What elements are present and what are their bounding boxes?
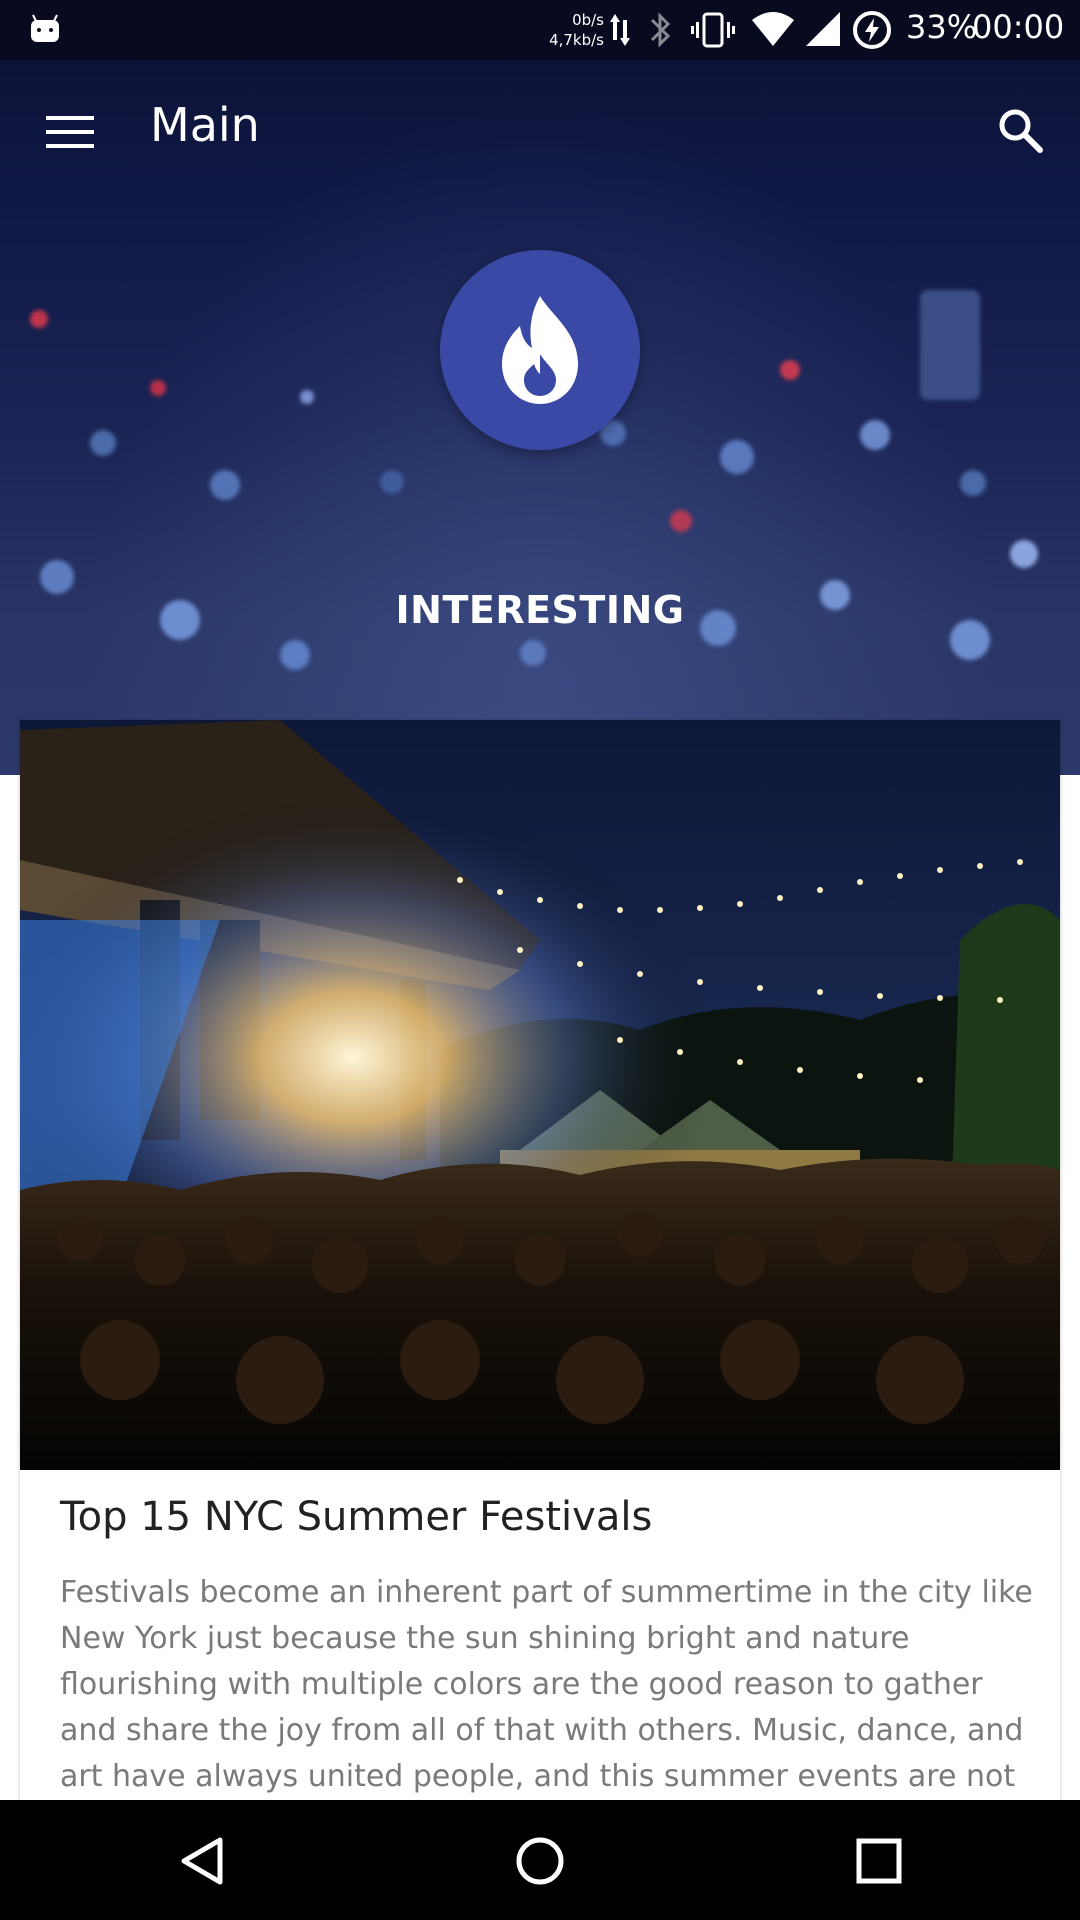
bokeh-light [1010,540,1038,568]
recents-icon[interactable] [852,1834,906,1888]
clock: 00:00 [972,8,1065,46]
bokeh-light [670,510,692,532]
menu-icon[interactable] [46,114,94,150]
vibrate-icon [691,12,735,48]
bokeh-light [90,430,116,456]
category-label: INTERESTING [395,588,685,632]
wifi-icon [752,12,794,46]
bokeh-light [30,310,48,328]
battery-charging-icon [853,11,891,49]
navigation-bar [0,1800,1080,1920]
network-speed: 0b/s 4,7kb/s [534,10,604,50]
bokeh-light [780,360,800,380]
bokeh-light [280,640,310,670]
bokeh-light [720,440,754,474]
article-title: Top 15 NYC Summer Festivals [60,1494,653,1540]
net-down-speed: 4,7kb/s [549,31,604,49]
article-image [20,720,1060,1470]
search-icon[interactable] [996,106,1044,154]
net-up-speed: 0b/s [572,11,604,29]
bokeh-light [520,640,546,666]
status-bar: 0b/s 4,7kb/s 33% 00:00 [0,0,1080,60]
flame-icon [502,296,578,404]
bokeh-light [210,470,240,500]
back-icon[interactable] [176,1834,230,1888]
bokeh-light [920,290,980,400]
article-card[interactable]: Top 15 NYC Summer Festivals Festivals be… [20,720,1060,1800]
cell-signal-icon [806,12,840,46]
bokeh-light [150,380,166,396]
bokeh-light [300,390,314,404]
battery-percent: 33% [906,8,978,46]
bokeh-light [960,470,986,496]
bluetooth-icon [650,12,671,48]
category-badge[interactable] [440,250,640,450]
bokeh-light [380,470,404,494]
page-title: Main [150,98,260,152]
android-icon [31,14,59,42]
bokeh-light [860,420,890,450]
article-excerpt: Festivals become an inherent part of sum… [60,1575,1033,1794]
home-icon[interactable] [513,1834,567,1888]
data-transfer-icon [610,14,630,46]
